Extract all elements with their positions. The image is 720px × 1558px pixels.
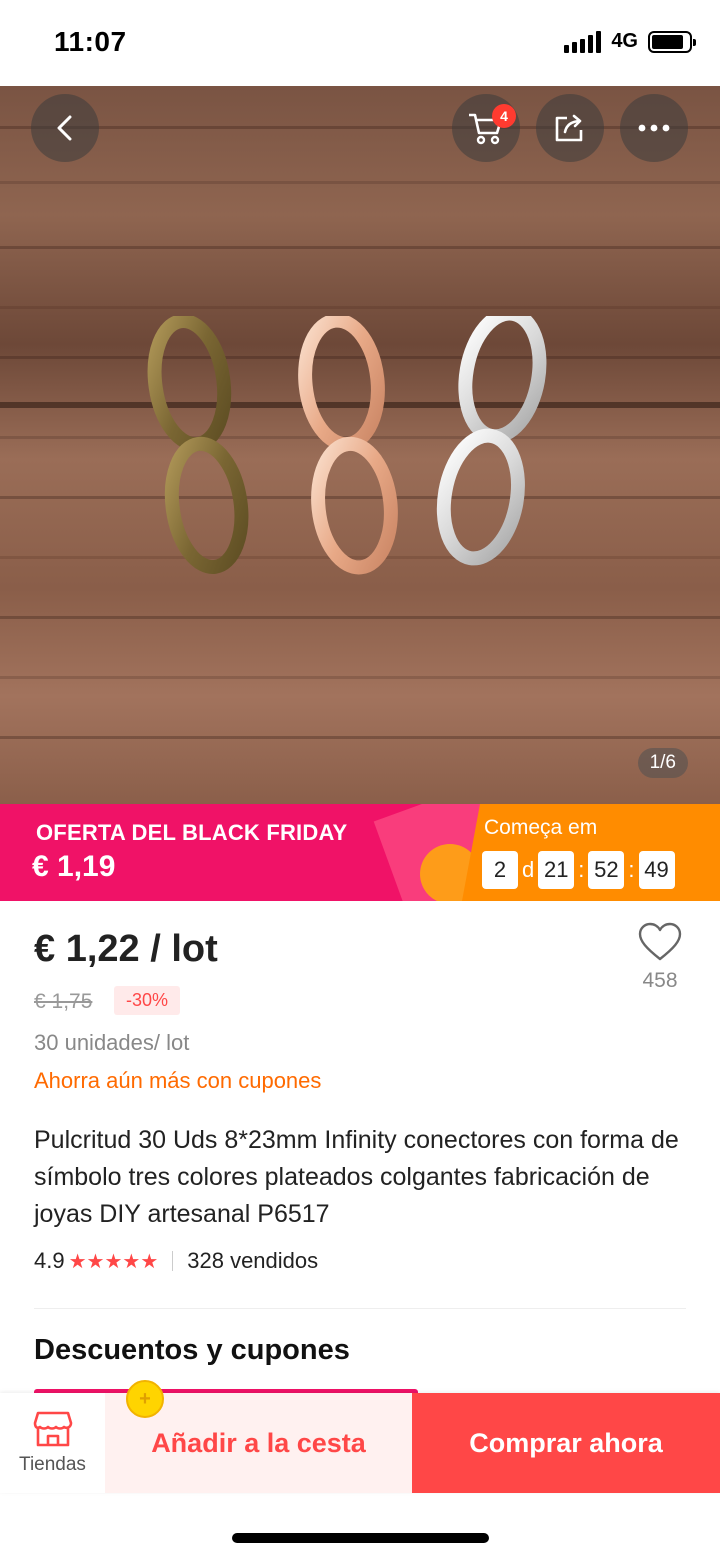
discount-badge: -30%	[114, 986, 181, 1015]
cart-count-badge: 4	[492, 104, 516, 128]
store-button[interactable]: Tiendas	[0, 1393, 105, 1493]
battery-icon	[648, 30, 696, 53]
status-bar: 11:07 4G	[0, 0, 720, 86]
image-counter: 1/6	[637, 748, 688, 778]
promo-info: OFERTA DEL BLACK FRIDAY € 1,19	[32, 820, 348, 884]
more-button[interactable]	[620, 94, 688, 162]
promo-price: € 1,19	[32, 850, 116, 883]
rating-value: 4.9	[34, 1248, 65, 1273]
divider	[34, 1308, 686, 1309]
countdown-days-unit: d	[522, 857, 535, 882]
starts-label: Começa em	[484, 816, 598, 839]
countdown-minutes: 52	[588, 851, 625, 889]
network-label: 4G	[611, 30, 638, 52]
signal-icon	[564, 30, 602, 53]
discounts-section-title: Descuentos y cupones	[34, 1334, 350, 1366]
promo-title: OFERTA DEL BLACK FRIDAY	[36, 820, 348, 845]
back-button[interactable]	[31, 94, 99, 162]
share-button[interactable]	[536, 94, 604, 162]
coupons-link[interactable]: Ahorra aún más con cupones	[34, 1068, 321, 1094]
countdown-seconds: 49	[638, 851, 675, 889]
heart-icon	[638, 922, 682, 961]
black-friday-banner[interactable]: OFERTA DEL BLACK FRIDAY € 1,19 Começa em…	[0, 804, 720, 901]
battery-level	[652, 34, 683, 49]
units-per-lot: 30 unidades/ lot	[34, 1030, 190, 1055]
bottom-action-bar: Tiendas Añadir a la cesta Comprar ahora	[0, 1393, 720, 1493]
countdown-timer: 2 d 21 : 52 : 49	[482, 851, 675, 889]
more-icon	[638, 124, 670, 132]
original-price: € 1,75	[34, 990, 93, 1013]
infinity-charms-image	[147, 316, 547, 575]
countdown-days: 2	[482, 851, 518, 889]
product-image[interactable]: 4 1/6	[0, 86, 720, 804]
rating-row[interactable]: 4.9 ★★★★★ 328 vendidos	[34, 1248, 318, 1274]
product-title: Pulcritud 30 Uds 8*23mm Infinity conecto…	[34, 1126, 679, 1228]
countdown-hours: 21	[538, 851, 575, 889]
status-indicators: 4G	[564, 30, 696, 53]
sold-count: 328 vendidos	[187, 1248, 319, 1273]
product-price: € 1,22 / lot	[34, 928, 218, 970]
chevron-left-icon	[57, 115, 72, 141]
share-icon	[555, 114, 583, 142]
home-indicator[interactable]	[232, 1533, 489, 1543]
rating-stars: ★★★★★	[68, 1250, 159, 1273]
status-time: 11:07	[54, 26, 127, 57]
promo-countdown-panel: Começa em 2 d 21 : 52 : 49	[462, 804, 720, 901]
wishlist-button[interactable]: 458	[632, 922, 688, 993]
store-label: Tiendas	[19, 1454, 86, 1475]
coin-icon[interactable]: +	[126, 1380, 164, 1418]
buy-now-button[interactable]: Comprar ahora	[412, 1393, 720, 1493]
wishlist-count: 458	[642, 969, 678, 992]
store-icon	[33, 1411, 72, 1447]
cart-button[interactable]: 4	[452, 94, 520, 162]
